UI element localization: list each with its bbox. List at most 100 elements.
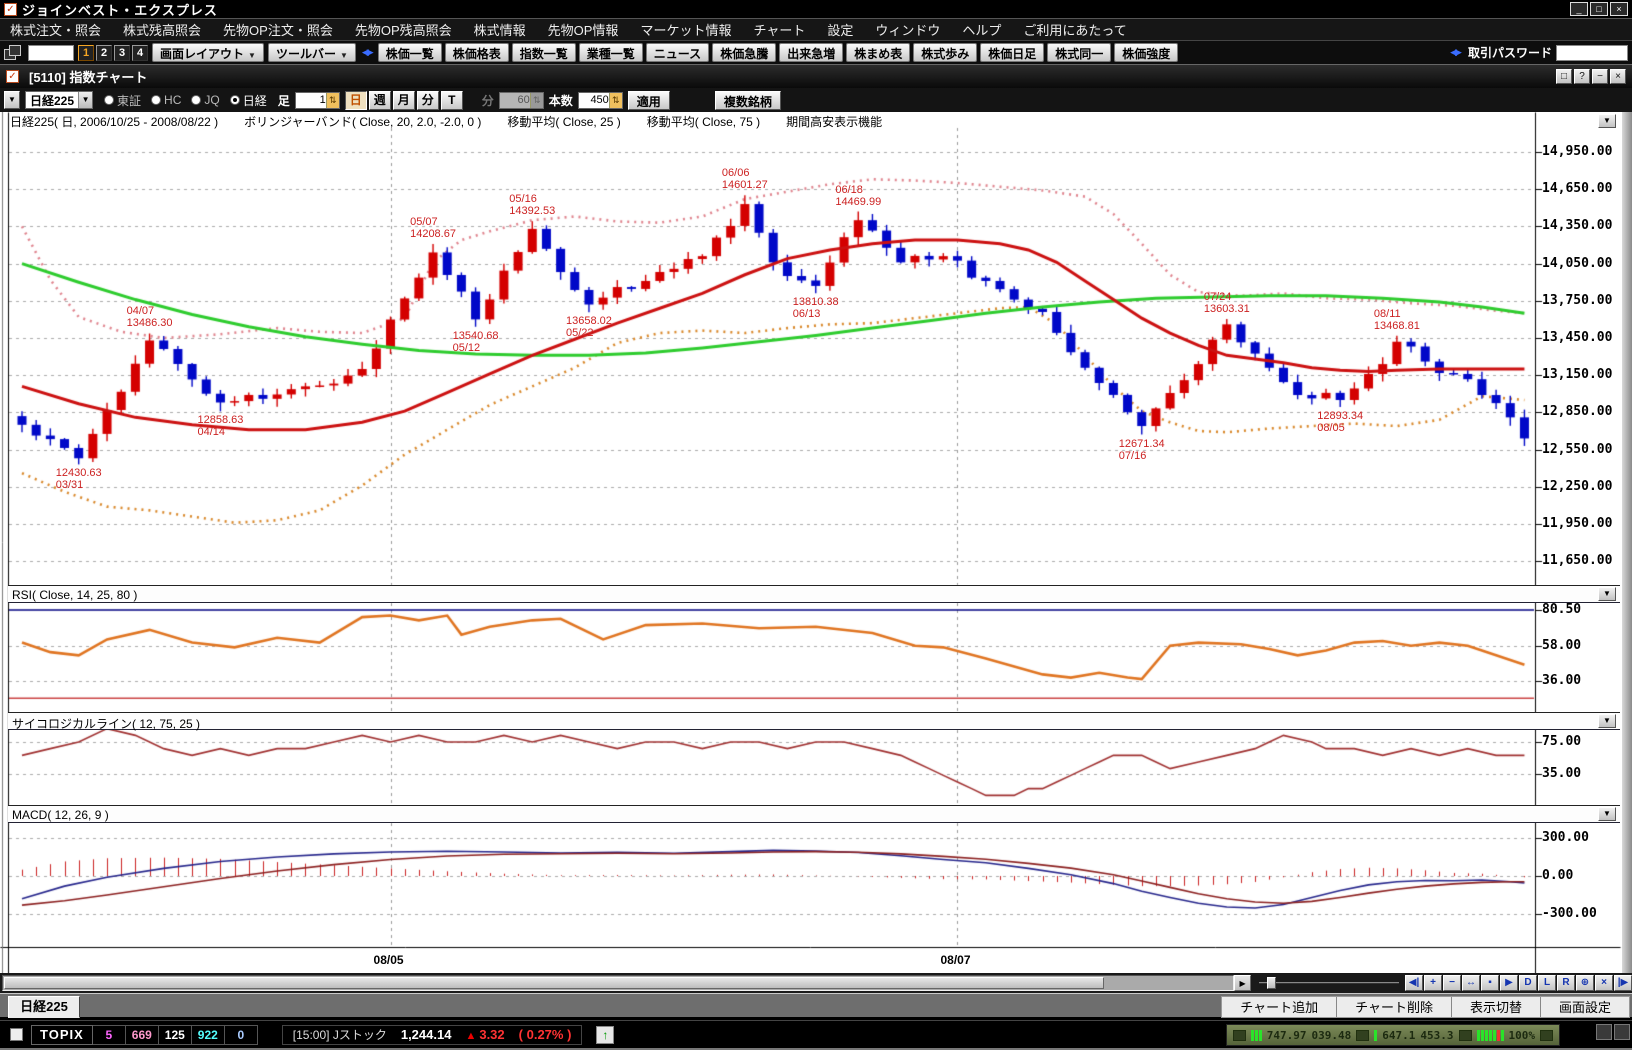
meter-icon [1459,1030,1472,1041]
preset-button-3[interactable]: 3 [114,45,130,61]
view-button-5[interactable]: 株価急騰 [712,43,776,62]
chart-tool-button-11[interactable]: |▶ [1614,975,1632,991]
menu-item-8[interactable]: 設定 [827,20,853,39]
psych-panel-menu-button[interactable]: ▼ [1598,714,1616,728]
spinner-icon[interactable]: ⇅ [609,93,622,108]
horizontal-scrollbar[interactable] [2,975,1234,991]
preset-button-4[interactable]: 4 [132,45,148,61]
pane-arrows-icon[interactable]: ◀▶ [362,47,372,58]
chart-action-button-3[interactable]: 画面設定 [1540,997,1629,1017]
status-checkbox[interactable] [10,1028,23,1041]
trade-password-input[interactable] [1556,45,1628,61]
zoom-slider-thumb[interactable] [1267,977,1276,989]
refresh-icon[interactable] [1540,1030,1553,1041]
toolbar-menu-button[interactable]: ツールバー▼ [268,43,356,62]
preset-name-input[interactable] [28,45,74,61]
chart-tool-button-6[interactable]: D [1519,975,1537,991]
menu-item-7[interactable]: チャート [753,20,805,39]
restore-button[interactable]: □ [1590,2,1608,16]
view-button-7[interactable]: 株まめ表 [846,43,910,62]
market-radio-東証[interactable]: 東証 [104,92,141,109]
chart-tool-button-3[interactable]: ↔ [1462,975,1480,991]
preset-button-1[interactable]: 1 [78,45,94,61]
price-axis-label: 12,550.00 [1542,442,1612,457]
menu-item-6[interactable]: マーケット情報 [640,20,731,39]
market-radio-日経[interactable]: 日経 [230,92,267,109]
window-layout-icon[interactable] [4,45,22,61]
view-button-6[interactable]: 出来急増 [779,43,843,62]
period-button-T[interactable]: T [441,91,463,110]
chart-tool-button-8[interactable]: R [1557,975,1575,991]
view-button-1[interactable]: 株価格表 [445,43,509,62]
view-button-2[interactable]: 指数一覧 [512,43,576,62]
view-button-0[interactable]: 株価一覧 [378,43,442,62]
menu-item-3[interactable]: 先物OP残高照会 [355,20,452,39]
close-button[interactable]: × [1610,2,1628,16]
symbol-list-dropdown-button[interactable]: ▼ [4,91,20,109]
menu-item-9[interactable]: ウィンドウ [875,20,940,39]
chart-tool-button-10[interactable]: × [1595,975,1613,991]
macd-panel-menu-button[interactable]: ▼ [1598,807,1616,821]
view-button-10[interactable]: 株式同一 [1047,43,1111,62]
rsi-panel-menu-button[interactable]: ▼ [1598,587,1616,601]
radio-icon [104,95,114,105]
price-chart-canvas[interactable] [0,112,1632,973]
market-radio-JQ[interactable]: JQ [191,93,219,107]
chart-action-button-1[interactable]: チャート削除 [1336,997,1451,1017]
menu-item-10[interactable]: ヘルプ [962,20,1001,39]
chevron-down-icon[interactable]: ▼ [78,92,92,108]
tab-nikkei225[interactable]: 日経225 [8,996,80,1018]
apply-button[interactable]: 適用 [628,91,670,110]
chart-tool-button-0[interactable]: ◀| [1405,975,1423,991]
chart-tool-button-7[interactable]: L [1538,975,1556,991]
screen-layout-button[interactable]: 画面レイアウト▼ [152,43,264,62]
main-panel-menu-button[interactable]: ▼ [1598,114,1616,128]
chart-tool-button-9[interactable]: ⊕ [1576,975,1594,991]
minute-label: 分 [482,92,494,109]
bar-count-input[interactable] [579,93,609,108]
chart-restore-button[interactable]: □ [1556,69,1572,84]
menu-item-2[interactable]: 先物OP注文・照会 [223,20,333,39]
keyboard-icon[interactable] [1596,1024,1612,1040]
symbol-selector[interactable]: 日経225 ▼ [25,91,93,109]
period-button-週[interactable]: 週 [369,91,391,110]
pane-arrows-icon[interactable]: ◀▶ [1450,47,1460,58]
multi-symbol-button[interactable]: 複数銘柄 [715,91,781,110]
monitor-icon[interactable] [1614,1024,1630,1040]
bar-interval-input[interactable] [296,93,326,108]
period-button-分[interactable]: 分 [417,91,439,110]
chart-close-button[interactable]: × [1610,69,1626,84]
chart-help-button[interactable]: ? [1574,69,1590,84]
chart-action-button-0[interactable]: チャート追加 [1222,997,1336,1017]
chart-action-button-2[interactable]: 表示切替 [1451,997,1540,1017]
menu-item-4[interactable]: 株式情報 [474,20,526,39]
chart-tool-button-4[interactable]: ▪ [1481,975,1499,991]
view-button-9[interactable]: 株価日足 [980,43,1044,62]
index-name-cell[interactable]: TOPIX [31,1025,93,1045]
scroll-up-button[interactable]: ↑ [596,1026,614,1044]
market-radio-HC[interactable]: HC [151,93,181,107]
scrollbar-thumb[interactable] [4,977,1104,989]
menu-item-5[interactable]: 先物OP情報 [548,20,619,39]
level-meter-icon [1477,1030,1504,1041]
zoom-slider[interactable] [1259,976,1399,990]
menu-item-0[interactable]: 株式注文・照会 [10,20,101,39]
menu-item-1[interactable]: 株式残高照会 [123,20,201,39]
scroll-right-button[interactable]: ▶ [1234,975,1251,991]
spinner-icon[interactable]: ⇅ [326,93,339,108]
minimize-button[interactable]: _ [1570,2,1588,16]
view-button-3[interactable]: 業種一覧 [579,43,643,62]
view-button-4[interactable]: ニュース [646,43,709,62]
bar-interval-field[interactable]: ⇅ [295,92,340,109]
preset-button-2[interactable]: 2 [96,45,112,61]
view-button-11[interactable]: 株価強度 [1114,43,1178,62]
chart-tool-button-1[interactable]: + [1424,975,1442,991]
chart-tool-button-5[interactable]: ▶ [1500,975,1518,991]
period-button-月[interactable]: 月 [393,91,415,110]
chart-minimize-button[interactable]: − [1592,69,1608,84]
chart-tool-button-2[interactable]: − [1443,975,1461,991]
menu-item-11[interactable]: ご利用にあたって [1023,20,1126,39]
bar-count-field[interactable]: ⇅ [578,92,623,109]
period-button-日[interactable]: 日 [345,91,367,110]
view-button-8[interactable]: 株式歩み [913,43,977,62]
